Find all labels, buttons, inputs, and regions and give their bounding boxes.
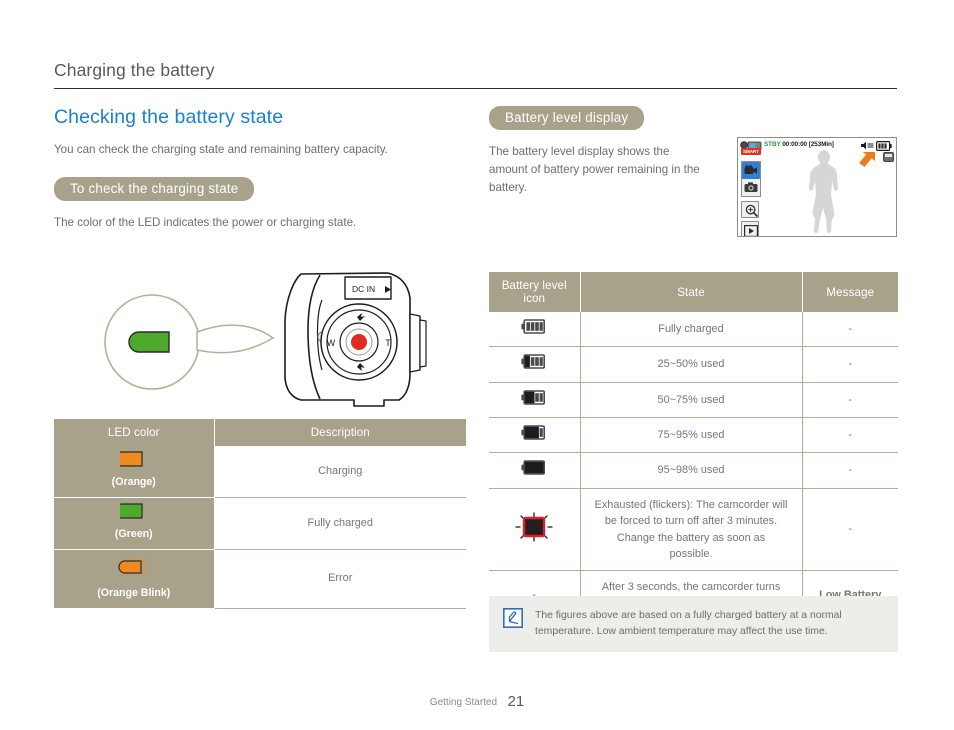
battery-message: - [801,452,898,489]
audio-level-icon [861,141,874,150]
led-swatch-orange-cell: (Orange) [54,445,215,498]
note-pen-icon [503,608,523,628]
battery-message: - [801,346,898,383]
led-color-name: (Green) [114,527,153,540]
table-row: 25~50% used - [489,346,898,383]
battery-level-0-icon [521,460,546,476]
led-table-header-row: LED color Description [54,418,466,446]
led-description: Fully charged [214,497,466,550]
battery-state: 25~50% used [580,346,802,383]
lcd-status-remaining: [253Min] [808,141,834,148]
camcorder-mode-icon[interactable] [742,162,760,179]
battery-message: - [801,382,898,419]
lcd-preview: SMART STBY 00:00:00 [253Min] [737,137,897,237]
battery-level-table: Battery level icon State Message Fully c… [489,272,898,621]
battery-icon-cell [489,417,581,454]
camcorder-illustration: W T DC IN [54,254,466,419]
page-footer: Getting Started 21 [0,692,954,710]
battery-level-intro: The battery level display shows the amou… [489,145,700,194]
table-row: 95~98% used - [489,452,898,489]
led-description: Error [214,549,466,609]
battery-level-display-badge: Battery level display [489,106,645,130]
led-table-header-color: LED color [54,418,215,446]
table-row: 75~95% used - [489,417,898,454]
battery-icon-cell [489,346,581,383]
table-row: (Green) Fully charged [54,497,466,550]
battery-icon-cell [489,312,581,348]
battery-message: - [801,312,898,348]
subsection-badge: To check the charging state [54,176,255,201]
battery-icon [876,140,892,151]
led-green-icon [114,503,143,519]
left-column: Checking the battery state You can check… [54,106,466,609]
table-row: (Orange Blink) Error [54,549,466,609]
dc-in-label: DC IN [352,284,375,294]
record-button-dot [351,333,367,350]
note-text: The figures above are based on a fully c… [535,610,842,638]
battery-level-2-icon [521,389,546,405]
led-table-header-description: Description [214,418,466,446]
battery-state: Exhausted (flickers): The camcorder will… [580,488,802,572]
playback-icon[interactable] [741,221,759,236]
led-orange-icon [114,451,143,467]
person-silhouette [809,150,838,234]
manual-page: Charging the battery Checking the batter… [0,0,954,730]
photo-mode-icon[interactable] [742,179,760,196]
led-description: Charging [214,445,466,498]
led-magnified-green [128,331,170,353]
battery-icon-cell [489,382,581,419]
battery-table-body: Fully charged - 25~50% used - 50~75% use… [489,312,898,621]
battery-icon-cell [489,488,581,572]
led-swatch-orange-blink-cell: (Orange Blink) [54,549,215,609]
header-rule [54,88,897,89]
table-row: Fully charged - [489,312,898,348]
table-row: Exhausted (flickers): The camcorder will… [489,488,898,572]
subsection-text: The color of the LED indicates the power… [54,215,357,229]
battery-state: 75~95% used [580,417,802,454]
led-color-name: (Orange Blink) [97,587,171,600]
footer-section-name: Getting Started [429,697,498,708]
led-color-table: LED color Description (Orange) Charging [54,418,466,609]
zoom-tele-label: T [385,338,391,348]
led-color-name: (Orange) [111,475,156,488]
section-title: Checking the battery state [54,106,284,128]
battery-level-1-icon [521,425,546,440]
battery-message: - [801,417,898,454]
battery-state: 95~98% used [580,452,802,489]
battery-table-header-state: State [580,272,803,312]
battery-level-3-icon [521,354,546,370]
battery-icon-cell [489,452,581,489]
storage-media-icon [883,152,894,162]
lcd-status-mode: STBY [764,141,781,148]
orange-arrow-pointer [859,152,875,167]
lcd-status-time: 00:00:00 [782,141,808,148]
right-column: Battery level display The battery level … [489,106,898,653]
battery-level-4-icon [521,319,546,334]
battery-state: Fully charged [580,312,802,348]
table-row: (Orange) Charging [54,445,466,498]
battery-message: - [801,488,898,572]
battery-state: 50~75% used [580,382,802,419]
led-table-body: (Orange) Charging (Green) Fully charged [54,445,466,609]
footer-page-number: 21 [507,693,525,710]
section-intro: You can check the charging state and rem… [54,143,388,156]
battery-table-header-icon: Battery level icon [489,272,581,312]
smart-auto-badge: SMART [741,148,761,155]
lcd-status-bar: STBY 00:00:00 [253Min] [764,141,834,148]
led-swatch-green-cell: (Green) [54,497,215,550]
led-orange-blink-icon [117,554,150,576]
table-row: 50~75% used - [489,382,898,419]
zoom-icon[interactable] [741,201,759,218]
lcd-left-rail [741,161,761,236]
battery-table-header-row: Battery level icon State Message [489,272,898,312]
mode-toggle-group[interactable] [741,161,761,197]
note-box: The figures above are based on a fully c… [489,596,898,653]
running-head: Charging the battery [54,60,215,80]
zoom-wide-label: W [327,338,336,348]
battery-exhausted-blinking-icon [515,512,553,542]
battery-table-header-message: Message [802,272,898,312]
camcorder-diagram-svg: W T DC IN [104,272,427,407]
